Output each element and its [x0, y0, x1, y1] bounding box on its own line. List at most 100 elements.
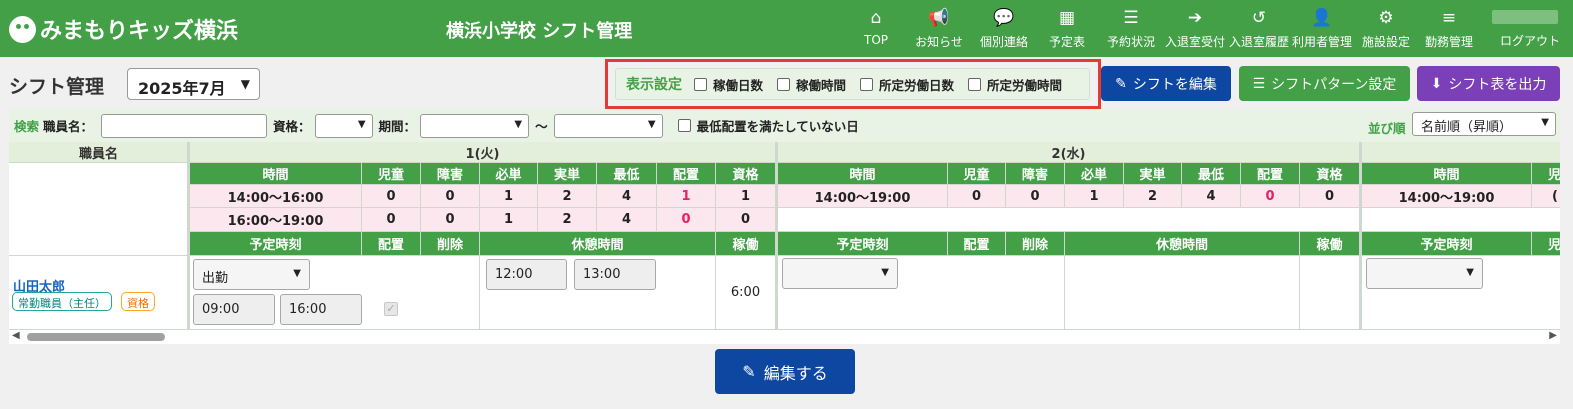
home-icon: ⌂: [870, 8, 882, 28]
nav-notices[interactable]: 📢 お知らせ: [914, 8, 964, 50]
assign-checkbox[interactable]: ✓: [384, 302, 398, 316]
option-working-days[interactable]: 稼働日数: [694, 75, 763, 94]
scrollbar-thumb[interactable]: [27, 333, 165, 341]
nav-facility[interactable]: ⚙ 施設設定: [1361, 8, 1411, 50]
nav-checkin-history[interactable]: ↺ 入退室履歴: [1228, 8, 1290, 50]
break-end-input[interactable]: 13:00: [574, 259, 656, 290]
attendance-status-select[interactable]: ▼: [782, 258, 898, 289]
col-work-hours: 稼働: [716, 232, 776, 256]
staff-column-header: 職員名: [9, 142, 189, 163]
slot-disability: 0: [1006, 185, 1065, 208]
col-disability: 障害: [1006, 163, 1065, 185]
server-icon: ≡: [1441, 8, 1457, 28]
col-minimum: 最低: [1182, 163, 1241, 185]
qualification-label: 資格：: [273, 119, 311, 134]
shift-pattern-button[interactable]: ☰ シフトパターン設定: [1239, 66, 1410, 101]
slot-qualified: 0: [716, 208, 776, 232]
app-header: みまもりキッズ横浜 横浜小学校 シフト管理 ⌂ TOP 📢 お知らせ 💬 個別連…: [0, 0, 1573, 57]
logout-link[interactable]: ログアウト: [1500, 32, 1560, 49]
attendance-status-select[interactable]: ▼: [1366, 258, 1483, 289]
day-header-1: 1(火): [190, 142, 776, 163]
edit-icon: ✎: [742, 362, 756, 381]
slot-children: (: [1532, 185, 1560, 208]
export-shift-button[interactable]: ⬇ シフト表を出力: [1417, 66, 1560, 101]
nav-users[interactable]: 👤 利用者管理: [1291, 8, 1353, 50]
chevron-down-icon: ▼: [514, 118, 523, 130]
staff-name-input[interactable]: [101, 113, 268, 138]
col-delete: 削除: [1006, 232, 1065, 256]
slot-minimum: 4: [1182, 185, 1241, 208]
slot-minimum: 4: [597, 208, 657, 232]
nav-messages[interactable]: 💬 個別連絡: [976, 8, 1032, 50]
option-scheduled-days[interactable]: 所定労働日数: [860, 75, 954, 94]
col-work-hours: 稼働: [1300, 232, 1360, 256]
megaphone-icon: 📢: [928, 8, 950, 28]
slot-assigned: 1: [657, 185, 716, 208]
logo-text: みまもりキッズ横浜: [40, 19, 239, 44]
slot-qualified: 0: [1300, 185, 1360, 208]
col-break-time: 休憩時間: [1065, 232, 1300, 256]
option-working-hours[interactable]: 稼働時間: [777, 75, 846, 94]
slot-disability: 0: [421, 208, 480, 232]
search-label: 検索: [14, 119, 40, 134]
col-children: 児童: [948, 163, 1006, 185]
edit-button[interactable]: ✎ 編集する: [715, 349, 855, 394]
chevron-down-icon: ▼: [1541, 117, 1549, 128]
sign-in-icon: ➔: [1187, 8, 1203, 28]
logo[interactable]: みまもりキッズ横浜: [9, 13, 238, 45]
col-qualified: 資格: [1300, 163, 1360, 185]
break-start-input[interactable]: 12:00: [486, 259, 567, 290]
period-start-select[interactable]: ▼: [420, 113, 530, 138]
chevron-down-icon: ▼: [357, 118, 366, 130]
checkbox[interactable]: [777, 77, 791, 91]
horizontal-scrollbar[interactable]: ◀ ▶: [9, 330, 1560, 344]
work-hours-value: 6:00: [716, 256, 776, 330]
work-hours-cell: [1300, 256, 1360, 330]
slot-required: 1: [1065, 185, 1124, 208]
chevron-down-icon: ▼: [647, 118, 656, 130]
attendance-status-select[interactable]: 出勤 ▼: [193, 259, 310, 290]
slot-minimum: 4: [597, 185, 657, 208]
col-assigned: 配置: [1241, 163, 1300, 185]
qualification-select[interactable]: ▼: [314, 113, 373, 138]
staff-name-label: 職員名：: [43, 119, 94, 134]
nav-checkin[interactable]: ➔ 入退室受付: [1164, 8, 1226, 50]
sort-select[interactable]: 名前順（昇順） ▼: [1412, 112, 1556, 136]
period-end-select[interactable]: ▼: [553, 113, 663, 138]
col-time: 時間: [190, 163, 362, 185]
end-time-input[interactable]: 16:00: [280, 294, 362, 325]
slot-assigned: 0: [657, 208, 716, 232]
nav-attendance[interactable]: ≡ 勤務管理: [1424, 8, 1474, 50]
col-scheduled-time: 予定時刻: [190, 232, 362, 256]
slot-required: 1: [480, 208, 538, 232]
slot-time: 14:00〜19:00: [1362, 185, 1532, 208]
edit-shift-button[interactable]: ✎ シフトを編集: [1101, 66, 1231, 101]
col-scheduled-time: 予定時刻: [1362, 232, 1532, 256]
slot-time: 14:00〜16:00: [190, 185, 362, 208]
checkbox[interactable]: [694, 77, 707, 91]
period-label: 期間：: [378, 119, 417, 134]
break-cell: [1065, 256, 1300, 330]
col-actual-units: 実単: [538, 163, 597, 185]
slot-time: 16:00〜19:00: [190, 208, 362, 232]
day-header-3: [1362, 142, 1560, 163]
role-badge: 常勤職員（主任）: [12, 292, 112, 311]
nav-calendar[interactable]: ▦ 予定表: [1045, 8, 1089, 50]
chevron-down-icon: ▼: [1466, 267, 1474, 278]
nav-reservations[interactable]: ☰ 予約状況: [1103, 8, 1159, 50]
checkbox[interactable]: [968, 77, 982, 91]
staff-header-blank: [9, 163, 189, 256]
page-title: シフト管理: [9, 76, 105, 98]
min-staff-checkbox[interactable]: [677, 119, 691, 132]
display-settings-highlight: 表示設定 稼働日数 稼働時間 所定労働日数 所定労働時間: [605, 59, 1101, 109]
start-time-input[interactable]: 09:00: [193, 294, 275, 325]
checkbox[interactable]: [860, 77, 874, 91]
scroll-right-icon[interactable]: ▶: [1549, 330, 1557, 341]
nav-top[interactable]: ⌂ TOP: [861, 8, 891, 47]
display-settings-label: 表示設定: [626, 77, 682, 93]
scroll-left-icon[interactable]: ◀: [12, 330, 20, 341]
option-scheduled-hours[interactable]: 所定労働時間: [968, 75, 1062, 94]
col-children: 児童: [362, 163, 421, 185]
slot-children: 0: [362, 185, 421, 208]
month-select[interactable]: 2025年7月 ▼: [127, 68, 260, 100]
